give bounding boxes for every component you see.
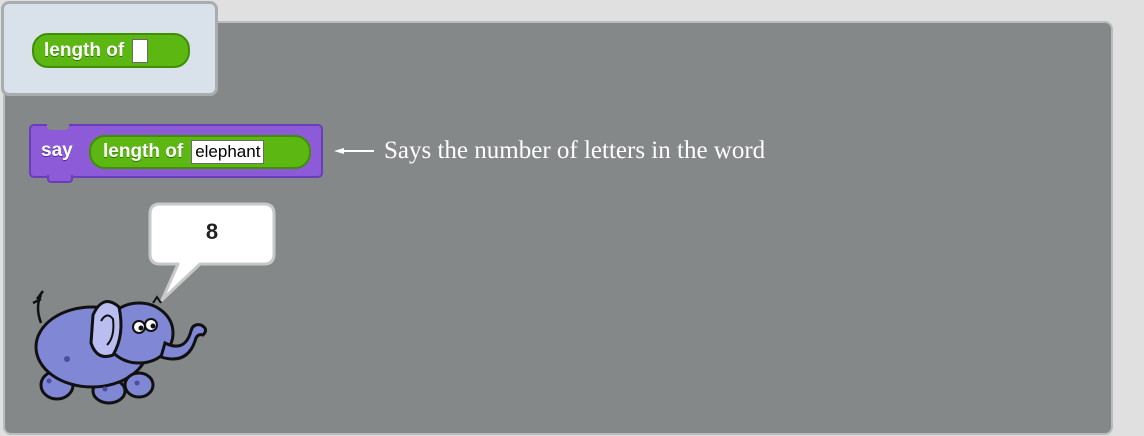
empty-input-slot[interactable] <box>132 38 149 63</box>
arrow-left-icon <box>334 148 374 154</box>
word-input[interactable]: elephant <box>191 140 265 164</box>
block-palette: length of <box>1 1 218 96</box>
speech-bubble-text: 8 <box>205 219 219 244</box>
annotation-text: Says the number of letters in the word <box>384 137 766 164</box>
block-tab <box>47 175 73 183</box>
elephant-sprite-icon[interactable] <box>27 285 212 410</box>
block-notch <box>47 124 69 130</box>
say-block[interactable]: say length of elephant <box>29 124 323 183</box>
length-of-reporter-palette[interactable]: length of <box>32 33 190 68</box>
reporter-label: length of <box>103 141 184 162</box>
length-of-reporter[interactable]: length of elephant <box>89 135 311 169</box>
reporter-label: length of <box>44 39 125 61</box>
say-label: say <box>41 140 73 161</box>
